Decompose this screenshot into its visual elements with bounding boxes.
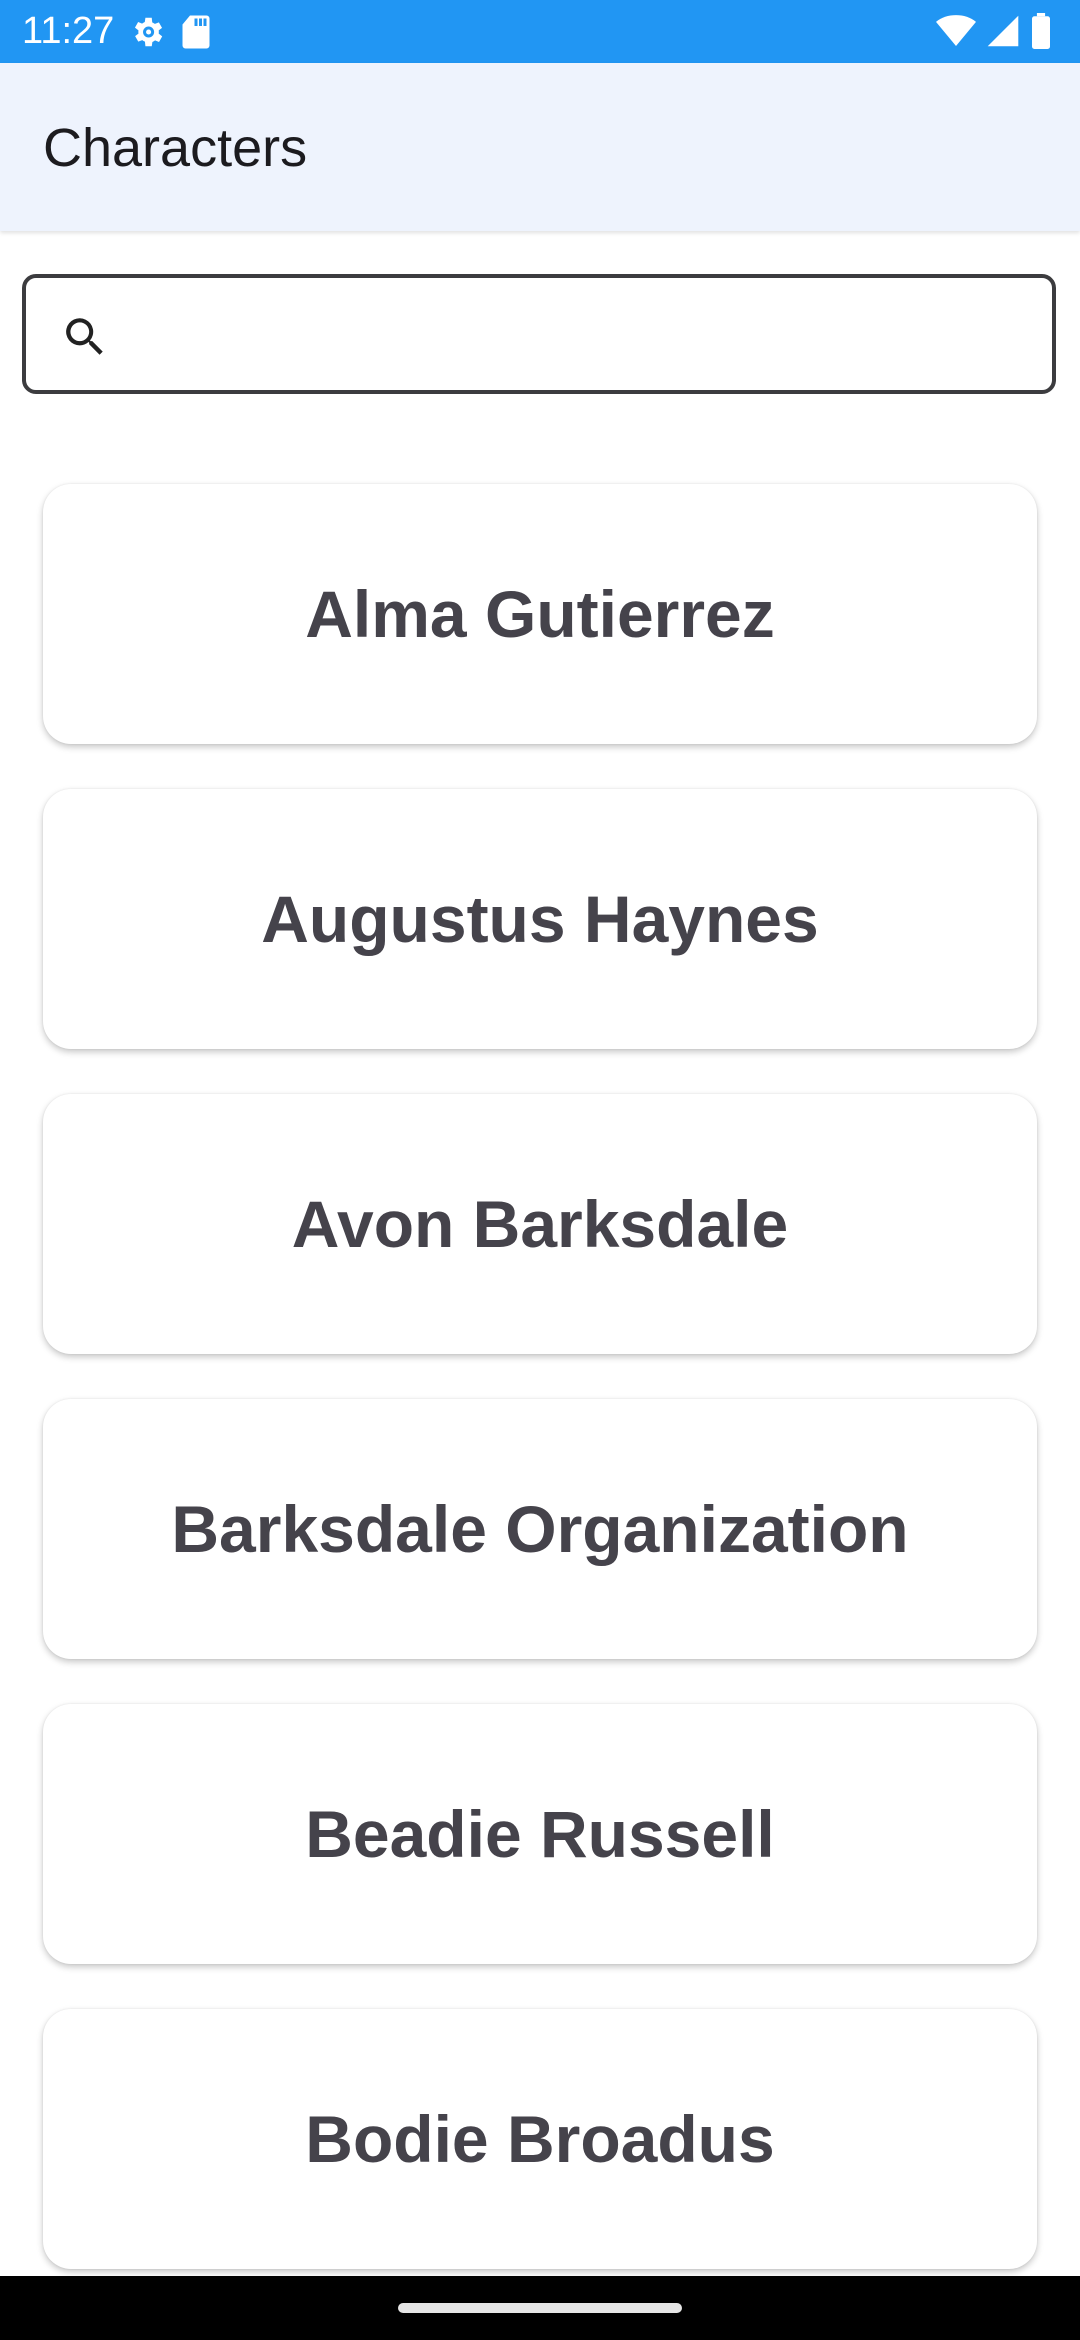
app-bar: Characters: [0, 63, 1080, 231]
home-gesture-handle[interactable]: [398, 2303, 682, 2313]
status-right-icons: [936, 13, 1052, 54]
character-name: Bodie Broadus: [305, 2102, 775, 2176]
status-left-icons: [128, 13, 212, 56]
character-card-barksdale-organization[interactable]: Barksdale Organization: [43, 1399, 1037, 1659]
character-name: Beadie Russell: [305, 1797, 775, 1871]
character-card-augustus-haynes[interactable]: Augustus Haynes: [43, 789, 1037, 1049]
character-name: Augustus Haynes: [261, 882, 819, 956]
character-card-alma-gutierrez[interactable]: Alma Gutierrez: [43, 484, 1037, 744]
character-card-avon-barksdale[interactable]: Avon Barksdale: [43, 1094, 1037, 1354]
sd-card-icon: [180, 14, 212, 55]
cell-signal-icon: [986, 14, 1020, 53]
page-title: Characters: [43, 118, 308, 178]
character-name: Barksdale Organization: [171, 1492, 909, 1566]
search-input[interactable]: [136, 298, 1030, 372]
status-time: 11:27: [22, 10, 115, 52]
search-icon: [60, 312, 110, 362]
navigation-bar: [0, 2276, 1080, 2340]
character-card-beadie-russell[interactable]: Beadie Russell: [43, 1704, 1037, 1964]
search-field[interactable]: [22, 274, 1056, 394]
wifi-icon: [936, 14, 976, 53]
character-card-bodie-broadus[interactable]: Bodie Broadus: [43, 2009, 1037, 2269]
status-bar: 11:27: [0, 0, 1080, 63]
character-list: Alma Gutierrez Augustus Haynes Avon Bark…: [43, 484, 1037, 2314]
settings-icon: [128, 13, 166, 56]
character-name: Avon Barksdale: [291, 1187, 789, 1261]
battery-icon: [1030, 13, 1052, 54]
character-name: Alma Gutierrez: [305, 577, 775, 651]
